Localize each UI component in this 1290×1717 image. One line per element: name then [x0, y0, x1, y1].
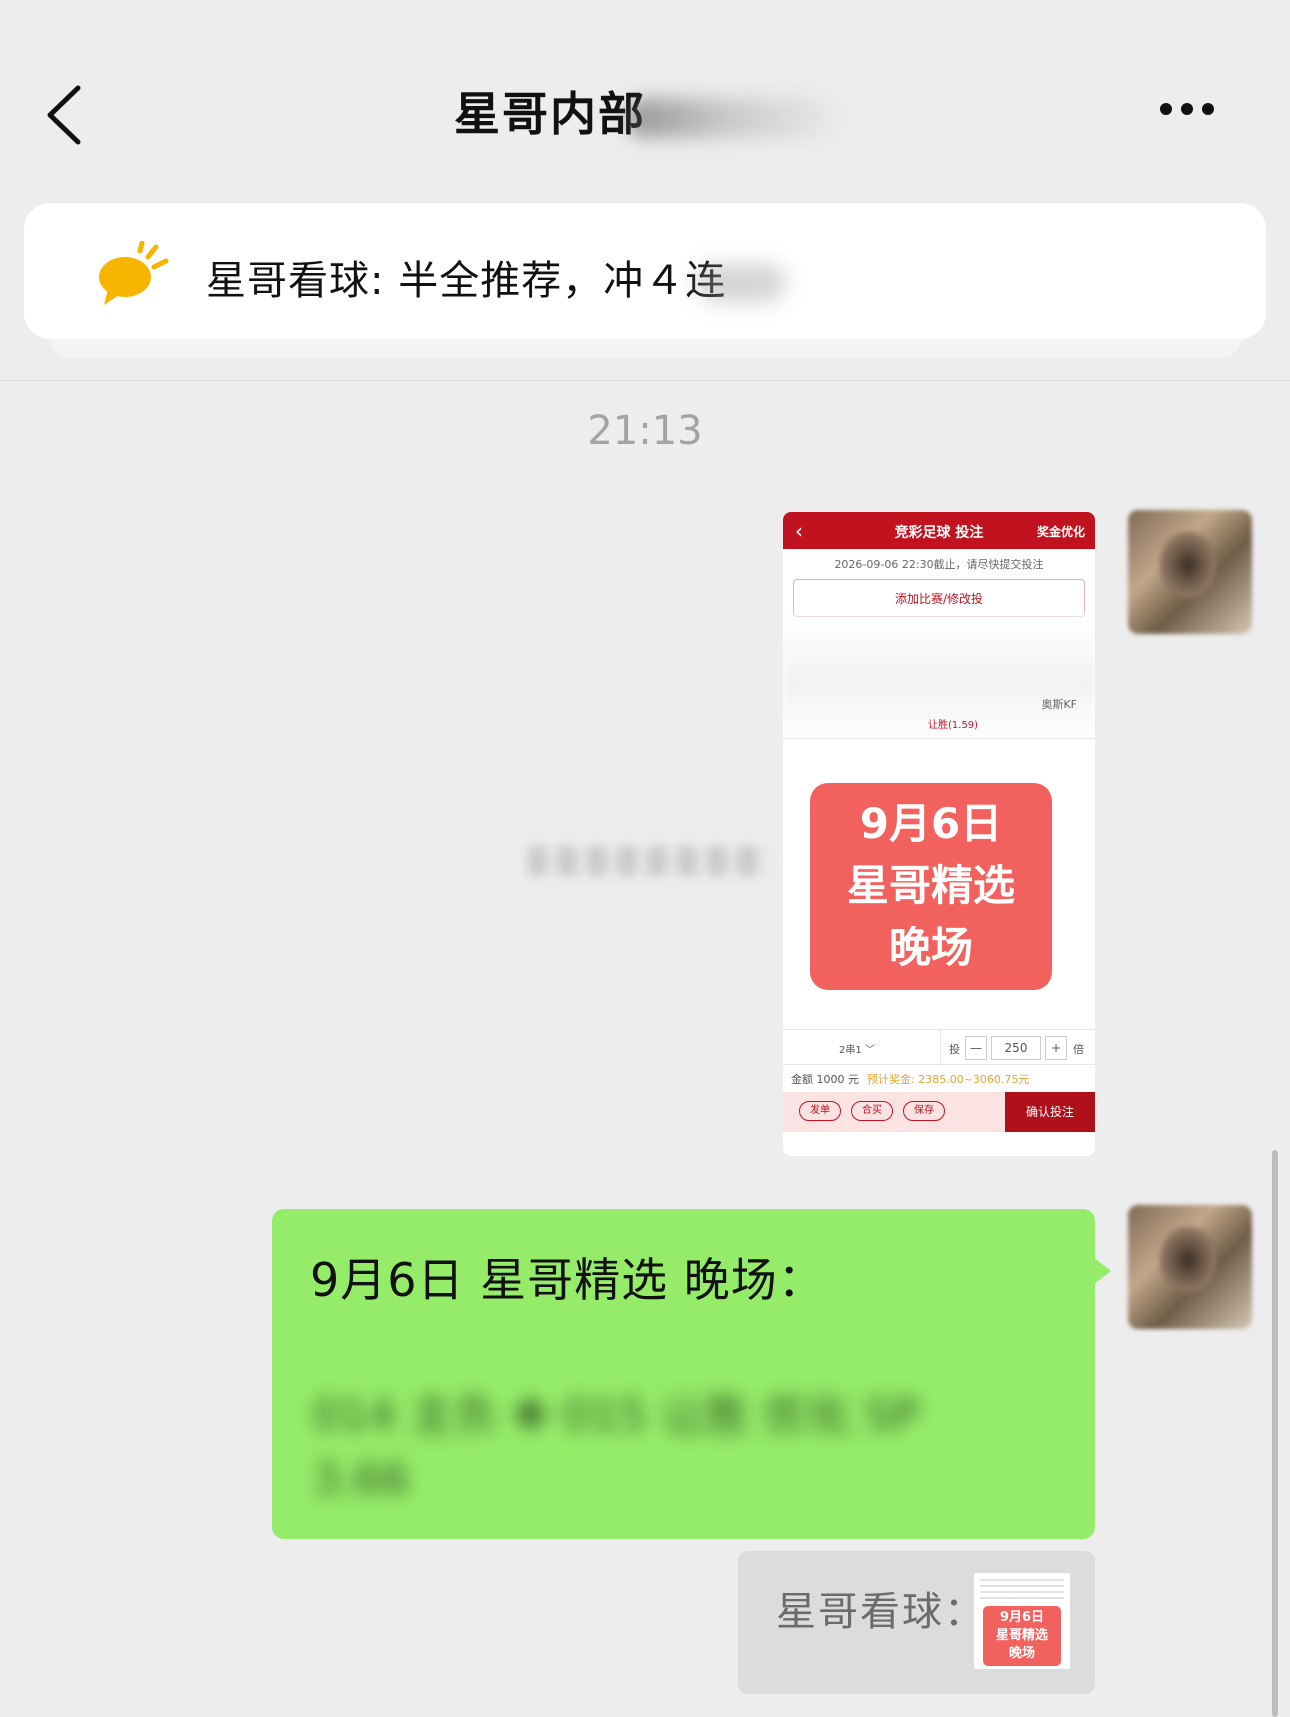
prize-text: 预计奖金: 2385.00~3060.75元: [867, 1073, 1030, 1086]
quoted-reply[interactable]: 星哥看球： 9月6日 星哥精选 晚场: [738, 1551, 1095, 1694]
image-controls: 2串1 ﹀ 投 — 250 + 倍: [783, 1029, 1095, 1066]
pinned-text-content: 星哥看球: 半全推荐，冲４连: [206, 258, 727, 304]
fadan-pill: 发单: [799, 1101, 841, 1121]
baocun-pill: 保存: [903, 1101, 945, 1121]
pinned-text: 星哥看球: 半全推荐，冲４连: [206, 248, 787, 306]
plus-icon: +: [1045, 1036, 1067, 1060]
pinned-announcement[interactable]: 星哥看球: 半全推荐，冲４连: [24, 203, 1266, 339]
thumb-banner: 9月6日 星哥精选 晚场: [983, 1606, 1061, 1666]
text-message-bubble[interactable]: 9月6日 星哥精选 晚场： 014 主负 ✚ 015 让胜 优化 SP 3.66: [272, 1209, 1111, 1539]
message-timestamp: 21:13: [587, 408, 703, 454]
banner-line: 星哥精选: [846, 861, 1015, 910]
hemai-pill: 合买: [851, 1101, 893, 1121]
image-team: 奥斯KF: [1041, 698, 1077, 711]
thumb-line: 星哥精选: [995, 1628, 1048, 1643]
divider: [783, 738, 1095, 739]
avatar[interactable]: [1128, 510, 1252, 634]
image-deadline: 2026-09-06 22:30截止，请尽快提交投注: [834, 558, 1044, 571]
thumb-line: 晚场: [1008, 1646, 1035, 1661]
avatar[interactable]: [1128, 1205, 1252, 1329]
quote-thumbnail: 9月6日 星哥精选 晚场: [974, 1573, 1070, 1669]
image-header-right: 奖金优化: [1036, 525, 1085, 539]
tou-label: 投: [949, 1043, 960, 1056]
pass-type: 2串1 ﹀: [839, 1045, 875, 1056]
image-header: ‹ 竞彩足球 投注 奖金优化: [783, 512, 1095, 549]
image-odds: 让胜(1.59): [928, 720, 979, 731]
announcement-bubble-icon: [99, 241, 169, 305]
redacted-blur: [696, 264, 787, 302]
bei-label: 倍: [1073, 1043, 1084, 1056]
banner-line: 9月6日: [859, 799, 1003, 848]
image-amount: 金额 1000 元预计奖金: 2385.00~3060.75元: [791, 1071, 1029, 1087]
multiplier-value: 250: [991, 1036, 1041, 1060]
chat-title-text: 星哥内部: [454, 87, 646, 141]
message-text: 9月6日 星哥精选 晚场：: [310, 1253, 825, 1307]
more-dots-icon: [1160, 103, 1172, 115]
quote-label: 星哥看球：: [776, 1589, 986, 1635]
redacted-blur: [528, 846, 768, 876]
minus-icon: —: [965, 1036, 987, 1060]
redacted-message-text: 014 主负 ✚ 015 让胜 优化 SP 3.66: [312, 1390, 920, 1505]
image-message[interactable]: ‹ 竞彩足球 投注 奖金优化 2026-09-06 22:30截止，请尽快提交投…: [783, 512, 1095, 1156]
header-divider: [0, 380, 1290, 381]
chat-title: 星哥内部: [0, 78, 1290, 144]
redacted-blur: [626, 97, 836, 138]
scrollbar[interactable]: [1272, 1150, 1278, 1717]
confirm-bet: 确认投注: [1005, 1092, 1095, 1132]
top-bar: 星哥内部: [0, 0, 1290, 190]
amount-text: 金额 1000 元: [791, 1073, 859, 1086]
image-banner: 9月6日 星哥精选 晚场: [810, 783, 1052, 990]
image-footer: 发单 合买 保存 确认投注: [783, 1092, 1095, 1132]
more-button[interactable]: [1160, 100, 1230, 124]
banner-line: 晚场: [888, 923, 973, 972]
thumb-line: 9月6日: [999, 1610, 1045, 1625]
image-add-match: 添加比赛/修改投: [793, 579, 1085, 617]
